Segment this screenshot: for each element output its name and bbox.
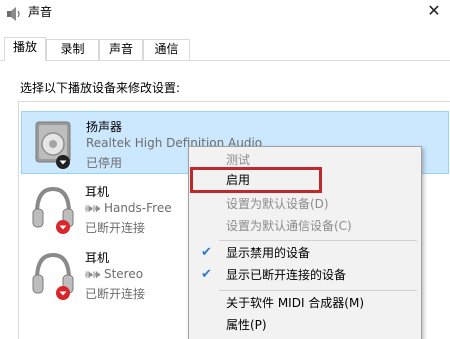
tab-playback[interactable]: 播放 [4, 37, 46, 61]
menu-item-show-disconnected[interactable]: ✔ 显示已断开连接的设备 [189, 264, 421, 286]
menu-item-properties[interactable]: 属性(P) [189, 314, 421, 336]
headphones-icon [32, 252, 74, 300]
context-menu: 测试 启用 设置为默认设备(D) 设置为默认通信设备(C) ✔ 显示禁用的设备 … [188, 146, 422, 339]
device-status: 已断开连接 [85, 221, 146, 235]
device-description: 🕪🕪 Hands-Free [85, 201, 172, 215]
device-status: 已断开连接 [85, 287, 146, 301]
menu-separator [219, 240, 417, 241]
close-button[interactable]: ✕ [420, 0, 448, 24]
checkmark-icon: ✔ [201, 245, 212, 260]
menu-item-set-default-comm[interactable]: 设置为默认通信设备(C) [189, 215, 421, 237]
menu-item-about-midi[interactable]: 关于软件 MIDI 合成器(M) [189, 292, 421, 314]
device-description: 🕪🕪 Stereo [85, 267, 144, 281]
headphones-icon [32, 186, 74, 234]
window-title: 声音 [28, 5, 53, 19]
speaker-pair-icon: 🕪🕪 [85, 267, 101, 281]
tab-communications[interactable]: 通信 [143, 39, 190, 60]
checkmark-icon: ✔ [201, 267, 212, 282]
tab-sounds[interactable]: 声音 [99, 39, 143, 60]
device-name: 耳机 [85, 251, 110, 265]
speaker-icon [35, 121, 71, 169]
tab-recording[interactable]: 录制 [46, 39, 99, 60]
menu-separator [219, 290, 417, 291]
menu-item-label: 显示已断开连接的设备 [226, 268, 347, 282]
menu-item-enable[interactable]: 启用 [190, 167, 322, 193]
device-status: 已停用 [86, 156, 123, 170]
speaker-pair-icon: 🕪🕪 [85, 201, 101, 215]
menu-item-show-disabled[interactable]: ✔ 显示禁用的设备 [189, 242, 421, 264]
speaker-app-icon [7, 7, 20, 21]
menu-item-label: 显示禁用的设备 [226, 246, 311, 260]
device-name: 扬声器 [86, 120, 123, 134]
title-bar: 声音 ✕ [0, 0, 450, 34]
menu-item-set-default[interactable]: 设置为默认设备(D) [189, 193, 421, 215]
instruction-text: 选择以下播放设备来修改设置: [20, 81, 181, 95]
tab-bar: 播放 录制 声音 通信 [0, 37, 450, 61]
device-name: 耳机 [85, 185, 110, 199]
